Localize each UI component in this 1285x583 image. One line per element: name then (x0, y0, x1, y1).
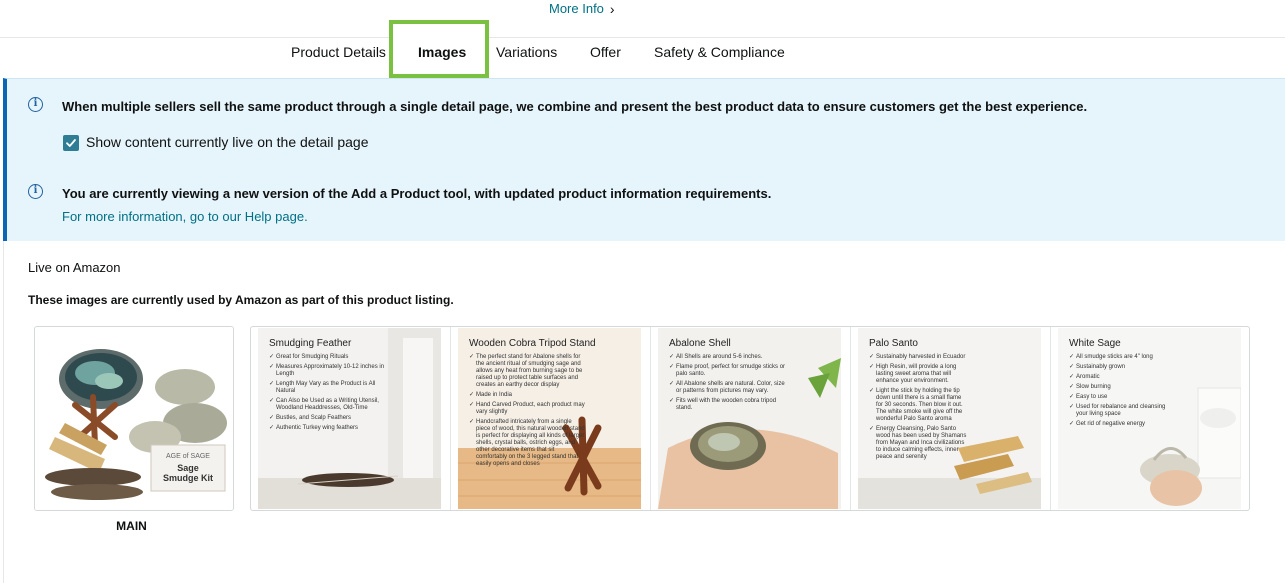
card-bullet: Light the stick by holding the tip down … (869, 388, 969, 423)
main-image-label: MAIN (116, 519, 147, 533)
banner-message-new-version: You are currently viewing a new version … (62, 186, 772, 201)
card-bullet: Authentic Turkey wing feathers (269, 425, 389, 432)
card-bullet: Aromatic (1069, 374, 1177, 381)
card-bullets: The perfect stand for Abalone shells for… (469, 354, 587, 471)
card-bullet: Sustainably grown (1069, 364, 1177, 371)
help-page-link[interactable]: For more information, go to our Help pag… (62, 209, 308, 224)
live-images-description: These images are currently used by Amazo… (28, 293, 454, 307)
info-banner: i When multiple sellers sell the same pr… (3, 78, 1285, 241)
card-bullet: Energy Cleansing, Palo Santo wood has be… (869, 426, 969, 461)
card-bullets: All smudge sticks are 4" long Sustainabl… (1069, 354, 1177, 431)
main-product-image (35, 327, 233, 510)
banner-message-multiple-sellers: When multiple sellers sell the same prod… (62, 99, 1088, 114)
image-gallery: Smudging Feather Great for Smudging Ritu… (250, 326, 1250, 511)
tab-product-details[interactable]: Product Details (291, 39, 386, 79)
kit-name-line-1: Sage (177, 463, 199, 473)
image-tripod-stand: Wooden Cobra Tripod Stand The perfect st… (458, 328, 641, 509)
card-title: White Sage (1069, 338, 1121, 349)
card-bullets: Great for Smudging Rituals Measures Appr… (269, 354, 389, 435)
live-on-amazon-heading: Live on Amazon (28, 260, 121, 275)
card-bullet: All smudge sticks are 4" long (1069, 354, 1177, 361)
card-bullet: The perfect stand for Abalone shells for… (469, 354, 587, 389)
card-bullet: Measures Approximately 10-12 inches in L… (269, 364, 389, 378)
card-title: Abalone Shell (669, 338, 731, 349)
show-live-content-label[interactable]: Show content currently live on the detai… (86, 134, 369, 150)
card-title: Smudging Feather (269, 338, 352, 349)
tab-safety-compliance[interactable]: Safety & Compliance (654, 39, 785, 79)
card-bullet: Sustainably harvested in Ecuador (869, 354, 969, 361)
kit-brand-text: AGE of SAGE (166, 453, 210, 460)
card-bullet: Handcrafted intricately from a single pi… (469, 419, 587, 468)
card-title: Wooden Cobra Tripod Stand (469, 338, 596, 349)
tab-offer[interactable]: Offer (590, 39, 621, 79)
card-bullet: Used for rebalance and cleansing your li… (1069, 404, 1177, 418)
kit-name-line-2: Smudge Kit (162, 473, 213, 483)
more-info-label: More Info (549, 1, 604, 16)
main-image-card[interactable]: AGE of SAGE Sage Smudge Kit (34, 326, 234, 511)
image-card-abalone-shell[interactable]: Abalone Shell All Shells are around 5-6 … (651, 327, 851, 510)
tab-images[interactable]: Images (418, 39, 466, 79)
card-bullet: Bustles, and Scalp Feathers (269, 415, 389, 422)
card-bullets: Sustainably harvested in Ecuador High Re… (869, 354, 969, 464)
image-palo-santo: Palo Santo Sustainably harvested in Ecua… (858, 328, 1041, 509)
checkmark-icon (66, 139, 76, 147)
show-live-content-checkbox[interactable] (63, 135, 79, 151)
card-bullets: All Shells are around 5-6 inches. Flame … (669, 354, 791, 415)
card-bullet: Can Also be Used as a Writing Utensil, W… (269, 398, 389, 412)
image-card-white-sage[interactable]: White Sage All smudge sticks are 4" long… (1051, 327, 1251, 510)
card-title: Palo Santo (869, 338, 918, 349)
more-info-link[interactable]: More Info › (549, 0, 615, 17)
card-bullet: Easy to use (1069, 394, 1177, 401)
image-white-sage: White Sage All smudge sticks are 4" long… (1058, 328, 1241, 509)
chevron-right-icon: › (609, 0, 615, 17)
card-bullet: Flame proof, perfect for smudge sticks o… (669, 364, 791, 378)
card-bullet: Fits well with the wooden cobra tripod s… (669, 398, 791, 412)
tab-bar (0, 37, 1285, 77)
card-bullet: Slow burning (1069, 384, 1177, 391)
image-abalone-shell: Abalone Shell All Shells are around 5-6 … (658, 328, 841, 509)
card-bullet: High Resin, will provide a long lasting … (869, 364, 969, 385)
tab-variations[interactable]: Variations (496, 39, 557, 79)
card-bullet: Hand Carved Product, each product may va… (469, 402, 587, 416)
card-bullet: Great for Smudging Rituals (269, 354, 389, 361)
info-icon: i (28, 184, 43, 199)
card-bullet: Length May Vary as the Product is All Na… (269, 381, 389, 395)
section-border (3, 241, 4, 583)
image-card-smudging-feather[interactable]: Smudging Feather Great for Smudging Ritu… (251, 327, 451, 510)
info-icon: i (28, 97, 43, 112)
image-card-tripod-stand[interactable]: Wooden Cobra Tripod Stand The perfect st… (451, 327, 651, 510)
card-bullet: Made in India (469, 392, 587, 399)
image-smudging-feather: Smudging Feather Great for Smudging Ritu… (258, 328, 441, 509)
image-card-palo-santo[interactable]: Palo Santo Sustainably harvested in Ecua… (851, 327, 1051, 510)
card-bullet: All Abalone shells are natural. Color, s… (669, 381, 791, 395)
card-bullet: All Shells are around 5-6 inches. (669, 354, 791, 361)
card-bullet: Get rid of negative energy (1069, 421, 1177, 428)
